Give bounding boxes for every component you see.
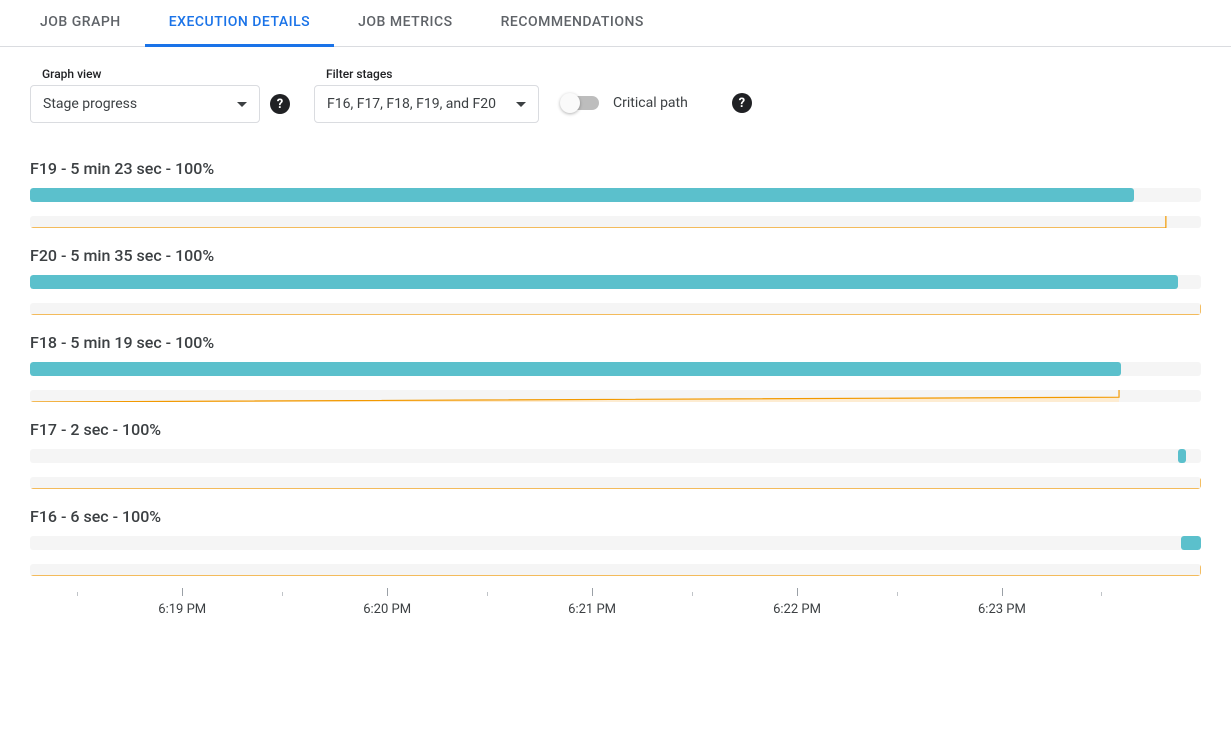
filter-stages-label: Filter stages xyxy=(314,67,539,81)
stage-title: F19 - 5 min 23 sec - 100% xyxy=(30,159,1201,178)
axis-tick-minor xyxy=(1101,592,1102,596)
axis-tick-minor xyxy=(282,592,283,596)
stage-progress-track xyxy=(30,449,1201,463)
controls-bar: Graph view Stage progress ? Filter stage… xyxy=(0,47,1231,133)
stage-progress-track xyxy=(30,362,1201,376)
axis-tick-minor xyxy=(77,592,78,596)
stage-row-f16: F16 - 6 sec - 100% xyxy=(30,507,1201,576)
stage-progress-track xyxy=(30,188,1201,202)
stage-title: F18 - 5 min 19 sec - 100% xyxy=(30,333,1201,352)
stage-row-f20: F20 - 5 min 35 sec - 100% xyxy=(30,246,1201,315)
tab-recommendations[interactable]: RECOMMENDATIONS xyxy=(477,0,668,47)
axis-label: 6:21 PM xyxy=(568,602,616,617)
axis-tick-minor xyxy=(897,592,898,596)
stage-throughput-track xyxy=(30,303,1201,315)
stage-progress-bar xyxy=(1178,449,1186,463)
axis-tick-major xyxy=(1002,588,1003,596)
axis-tick-minor xyxy=(487,592,488,596)
stage-progress-chart: F19 - 5 min 23 sec - 100% F20 - 5 min 35 … xyxy=(0,133,1231,638)
stage-row-f19: F19 - 5 min 23 sec - 100% xyxy=(30,159,1201,228)
chevron-down-icon xyxy=(516,102,526,107)
filter-stages-select[interactable]: F16, F17, F18, F19, and F20 xyxy=(314,85,539,123)
tab-job-metrics[interactable]: JOB METRICS xyxy=(334,0,476,47)
stage-progress-bar xyxy=(30,362,1121,376)
tab-execution-details[interactable]: EXECUTION DETAILS xyxy=(145,0,334,47)
filter-stages-control: Filter stages F16, F17, F18, F19, and F2… xyxy=(314,67,539,123)
stage-progress-bar xyxy=(30,188,1134,202)
graph-view-select[interactable]: Stage progress xyxy=(30,85,260,123)
critical-path-control: Critical path ? xyxy=(563,93,752,113)
axis-label: 6:22 PM xyxy=(773,602,821,617)
tabs: JOB GRAPHEXECUTION DETAILSJOB METRICSREC… xyxy=(0,0,1231,47)
stage-throughput-track xyxy=(30,216,1201,228)
critical-path-toggle[interactable] xyxy=(563,96,599,110)
time-axis: 6:19 PM 6:20 PM 6:21 PM 6:22 PM 6:23 PM xyxy=(30,588,1201,628)
stage-title: F16 - 6 sec - 100% xyxy=(30,507,1201,526)
axis-tick-major xyxy=(797,588,798,596)
axis-tick-minor xyxy=(692,592,693,596)
axis-label: 6:19 PM xyxy=(158,602,206,617)
graph-view-value: Stage progress xyxy=(43,96,137,112)
graph-view-label: Graph view xyxy=(30,67,290,81)
filter-stages-value: F16, F17, F18, F19, and F20 xyxy=(327,96,496,112)
help-icon[interactable]: ? xyxy=(270,94,290,114)
stage-progress-bar xyxy=(30,275,1178,289)
stage-throughput-track xyxy=(30,477,1201,489)
stage-row-f18: F18 - 5 min 19 sec - 100% xyxy=(30,333,1201,402)
toggle-knob xyxy=(560,93,580,113)
axis-tick-major xyxy=(592,588,593,596)
stage-progress-track xyxy=(30,536,1201,550)
critical-path-label: Critical path xyxy=(613,95,688,111)
tab-job-graph[interactable]: JOB GRAPH xyxy=(16,0,145,47)
stage-title: F20 - 5 min 35 sec - 100% xyxy=(30,246,1201,265)
stage-progress-track xyxy=(30,275,1201,289)
graph-view-control: Graph view Stage progress ? xyxy=(30,67,290,123)
stage-throughput-track xyxy=(30,564,1201,576)
axis-label: 6:20 PM xyxy=(363,602,411,617)
axis-label: 6:23 PM xyxy=(978,602,1026,617)
help-icon[interactable]: ? xyxy=(732,93,752,113)
stage-progress-bar xyxy=(1181,536,1201,550)
axis-tick-major xyxy=(387,588,388,596)
stage-row-f17: F17 - 2 sec - 100% xyxy=(30,420,1201,489)
chevron-down-icon xyxy=(237,102,247,107)
axis-tick-major xyxy=(182,588,183,596)
stage-throughput-track xyxy=(30,390,1201,402)
stage-title: F17 - 2 sec - 100% xyxy=(30,420,1201,439)
